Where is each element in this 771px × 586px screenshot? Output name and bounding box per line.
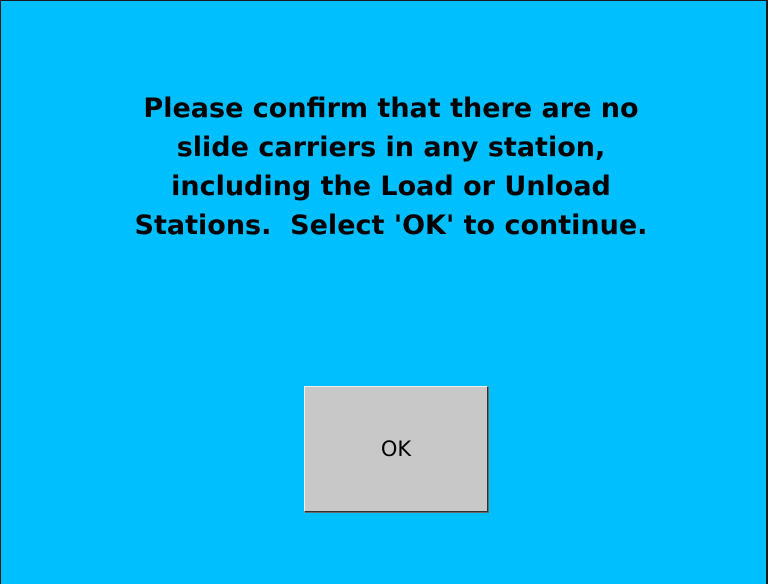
message-line: including the Load or Unload <box>171 171 611 202</box>
message-line: Stations. Select 'OK' to continue. <box>134 210 648 241</box>
message-line: Please confirm that there are no <box>143 93 639 124</box>
ok-button[interactable]: OK <box>304 386 488 512</box>
confirmation-dialog: Please confirm that there are no slide c… <box>0 0 768 584</box>
confirmation-message: Please confirm that there are no slide c… <box>61 89 721 245</box>
message-line: slide carriers in any station, <box>176 132 606 163</box>
